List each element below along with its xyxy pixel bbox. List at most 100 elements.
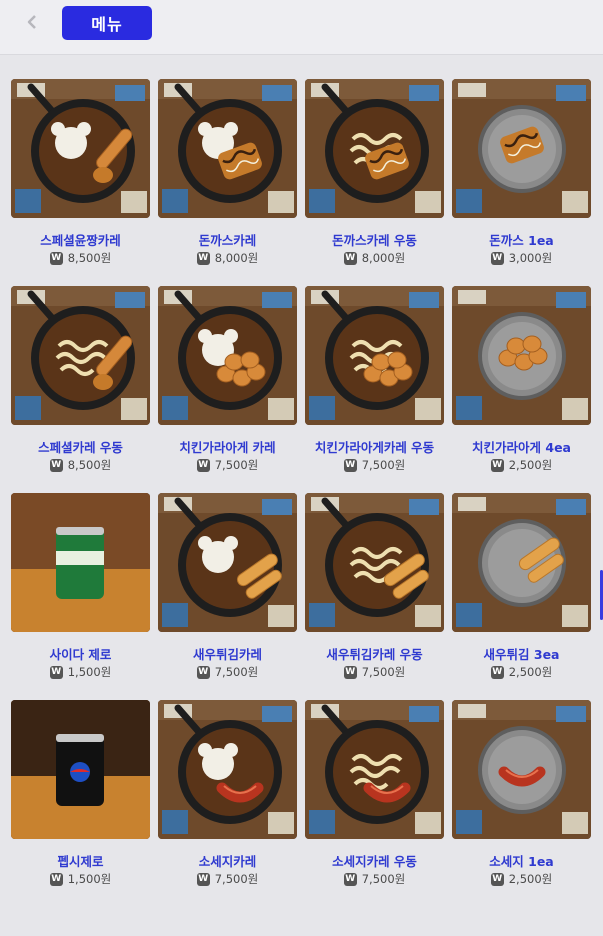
menu-item-price: W 7,500원	[158, 457, 297, 473]
menu-item-price: W 7,500원	[305, 457, 444, 473]
menu-item-price: W 2,500원	[452, 871, 591, 887]
menu-item-price-value: 8,000원	[214, 251, 259, 265]
won-currency-icon: W	[490, 458, 504, 472]
menu-item-price: W 8,000원	[305, 250, 444, 266]
menu-item-card[interactable]: 스페셜카레 우동 W 8,500원	[11, 286, 150, 493]
chevron-left-icon	[24, 14, 40, 34]
food-illustration	[305, 493, 444, 632]
food-illustration	[305, 79, 444, 218]
won-currency-icon: W	[196, 251, 210, 265]
menu-item-photo[interactable]	[158, 286, 297, 425]
won-currency-icon: W	[490, 251, 504, 265]
menu-item-card[interactable]: 치킨가라아게 4ea W 2,500원	[452, 286, 591, 493]
food-illustration	[452, 79, 591, 218]
menu-item-photo[interactable]	[452, 493, 591, 632]
food-illustration	[452, 493, 591, 632]
menu-item-price-value: 7,500원	[214, 872, 259, 886]
food-illustration	[11, 493, 150, 632]
menu-item-name: 돈까스카레	[198, 233, 257, 248]
won-currency-icon: W	[343, 458, 357, 472]
won-currency-icon: W	[343, 665, 357, 679]
menu-item-price-value: 7,500원	[361, 458, 406, 472]
won-currency-icon: W	[49, 458, 63, 472]
menu-item-card[interactable]: 돈까스카레 우동 W 8,000원	[305, 79, 444, 286]
menu-item-name: 스페셜윤짱카레	[40, 233, 121, 248]
tab-menu[interactable]: 메뉴	[62, 6, 152, 40]
menu-item-photo[interactable]	[305, 700, 444, 839]
menu-item-price-value: 2,500원	[508, 458, 553, 472]
menu-item-name: 펩시제로	[57, 854, 104, 869]
menu-item-photo[interactable]	[158, 79, 297, 218]
menu-item-card[interactable]: 펩시제로 W 1,500원	[11, 700, 150, 907]
menu-item-card[interactable]: 새우튀김 3ea W 2,500원	[452, 493, 591, 700]
menu-item-price-value: 2,500원	[508, 665, 553, 679]
menu-item-name: 새우튀김카레	[192, 647, 262, 662]
menu-item-price: W 7,500원	[305, 871, 444, 887]
menu-item-card[interactable]: 소세지카레 W 7,500원	[158, 700, 297, 907]
menu-item-photo[interactable]	[452, 700, 591, 839]
food-illustration	[452, 286, 591, 425]
menu-item-photo[interactable]	[305, 79, 444, 218]
food-illustration	[158, 79, 297, 218]
menu-item-card[interactable]: 돈까스카레 W 8,000원	[158, 79, 297, 286]
menu-item-price-value: 1,500원	[67, 665, 112, 679]
menu-item-price: W 2,500원	[452, 457, 591, 473]
menu-item-price-value: 7,500원	[214, 458, 259, 472]
menu-item-photo[interactable]	[305, 286, 444, 425]
menu-item-name: 치킨가라아게 4ea	[472, 440, 571, 455]
menu-item-photo[interactable]	[11, 700, 150, 839]
menu-item-card[interactable]: 새우튀김카레 W 7,500원	[158, 493, 297, 700]
menu-item-name: 새우튀김 3ea	[483, 647, 560, 662]
menu-item-price: W 1,500원	[11, 664, 150, 680]
menu-item-card[interactable]: 치킨가라아게 카레 W 7,500원	[158, 286, 297, 493]
menu-item-name: 치킨가라아게카레 우동	[314, 440, 435, 455]
menu-item-price: W 8,000원	[158, 250, 297, 266]
menu-item-name: 사이다 제로	[49, 647, 112, 662]
food-illustration	[11, 700, 150, 839]
menu-item-photo[interactable]	[305, 493, 444, 632]
food-illustration	[305, 286, 444, 425]
menu-item-name: 돈까스카레 우동	[332, 233, 417, 248]
menu-item-price: W 7,500원	[305, 664, 444, 680]
menu-item-card[interactable]: 사이다 제로 W 1,500원	[11, 493, 150, 700]
won-currency-icon: W	[490, 872, 504, 886]
menu-item-card[interactable]: 새우튀김카레 우동 W 7,500원	[305, 493, 444, 700]
food-illustration	[305, 700, 444, 839]
menu-item-photo[interactable]	[452, 79, 591, 218]
won-currency-icon: W	[343, 872, 357, 886]
food-illustration	[158, 700, 297, 839]
menu-item-price: W 3,000원	[452, 250, 591, 266]
menu-item-price-value: 1,500원	[67, 872, 112, 886]
menu-item-card[interactable]: 소세지카레 우동 W 7,500원	[305, 700, 444, 907]
menu-item-photo[interactable]	[158, 493, 297, 632]
menu-item-card[interactable]: 소세지 1ea W 2,500원	[452, 700, 591, 907]
menu-item-photo[interactable]	[11, 79, 150, 218]
menu-grid: 스페셜윤짱카레 W 8,500원 돈까스카레 W 8,000원 돈까스카레 우동 W 8,000…	[11, 79, 591, 907]
menu-item-price-value: 8,500원	[67, 251, 112, 265]
won-currency-icon: W	[196, 458, 210, 472]
menu-item-price: W 1,500원	[11, 871, 150, 887]
food-illustration	[452, 700, 591, 839]
food-illustration	[11, 286, 150, 425]
food-illustration	[11, 79, 150, 218]
menu-item-price: W 2,500원	[452, 664, 591, 680]
won-currency-icon: W	[49, 872, 63, 886]
menu-item-price-value: 7,500원	[361, 872, 406, 886]
menu-item-photo[interactable]	[11, 493, 150, 632]
menu-item-photo[interactable]	[158, 700, 297, 839]
menu-item-name: 스페셜카레 우동	[38, 440, 123, 455]
menu-item-card[interactable]: 돈까스 1ea W 3,000원	[452, 79, 591, 286]
menu-item-price-value: 8,000원	[361, 251, 406, 265]
won-currency-icon: W	[490, 665, 504, 679]
menu-item-card[interactable]: 치킨가라아게카레 우동 W 7,500원	[305, 286, 444, 493]
menu-item-price: W 8,500원	[11, 457, 150, 473]
menu-item-photo[interactable]	[452, 286, 591, 425]
menu-item-photo[interactable]	[11, 286, 150, 425]
menu-item-name: 소세지카레	[198, 854, 257, 869]
menu-item-price-value: 7,500원	[214, 665, 259, 679]
menu-item-card[interactable]: 스페셜윤짱카레 W 8,500원	[11, 79, 150, 286]
menu-item-name: 새우튀김카레 우동	[326, 647, 423, 662]
back-button[interactable]	[18, 12, 46, 36]
menu-item-price-value: 2,500원	[508, 872, 553, 886]
top-bar: 메뉴	[0, 0, 603, 55]
